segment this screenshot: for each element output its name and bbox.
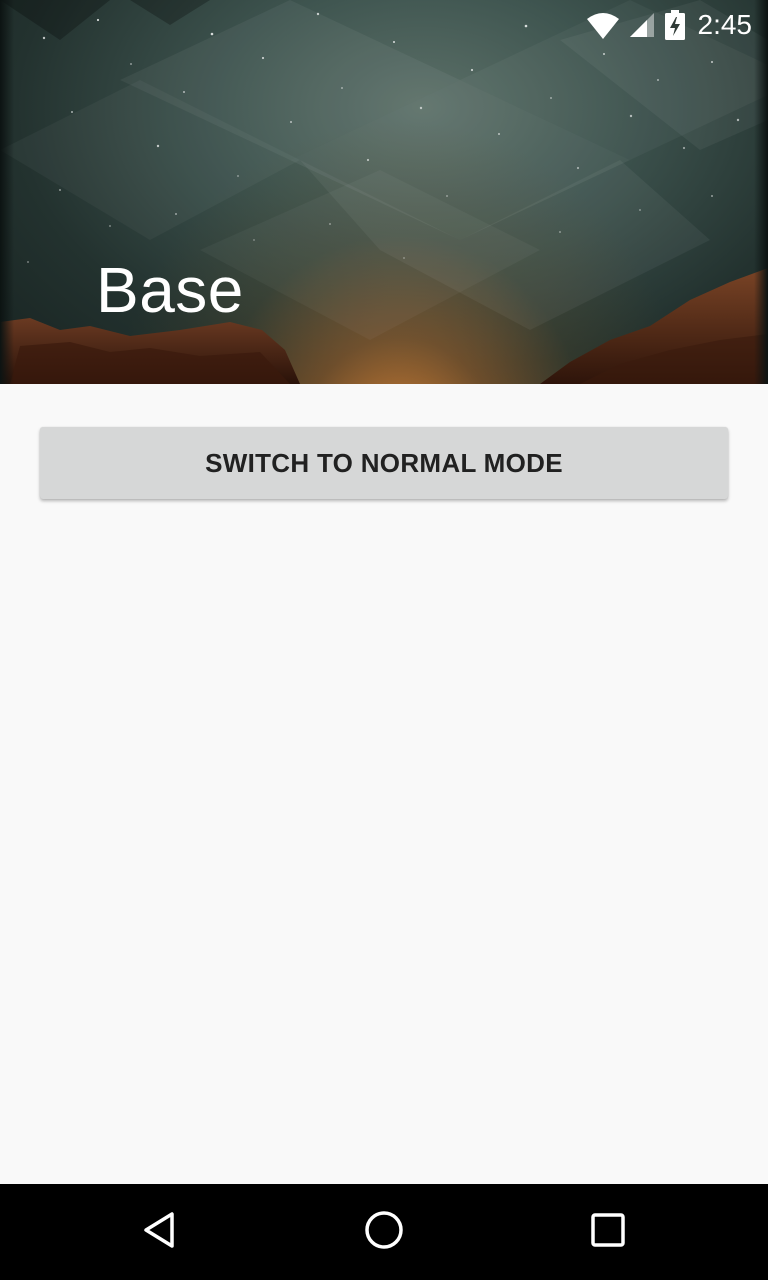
image-edge-shadow-left <box>0 0 14 384</box>
battery-charging-icon <box>664 10 686 40</box>
header-image: Base <box>0 0 768 384</box>
back-button[interactable] <box>136 1208 184 1256</box>
status-time: 2:45 <box>697 9 753 40</box>
home-button[interactable] <box>360 1208 408 1256</box>
night-sky-mountains-image <box>0 0 768 384</box>
navigation-bar <box>0 1184 768 1280</box>
switch-to-normal-mode-button[interactable]: SWITCH TO NORMAL MODE <box>40 427 728 499</box>
image-edge-shadow-right <box>754 0 768 384</box>
wifi-icon <box>586 11 620 39</box>
cell-signal-icon <box>628 11 656 39</box>
status-bar: 2:45 <box>586 8 753 42</box>
recents-icon <box>588 1210 628 1255</box>
home-icon <box>363 1209 405 1256</box>
recents-button[interactable] <box>584 1208 632 1256</box>
back-icon <box>140 1210 180 1255</box>
page-title: Base <box>96 254 244 326</box>
app-screen: Base 2:45 SWITCH TO NORMAL MODE <box>0 0 768 1280</box>
